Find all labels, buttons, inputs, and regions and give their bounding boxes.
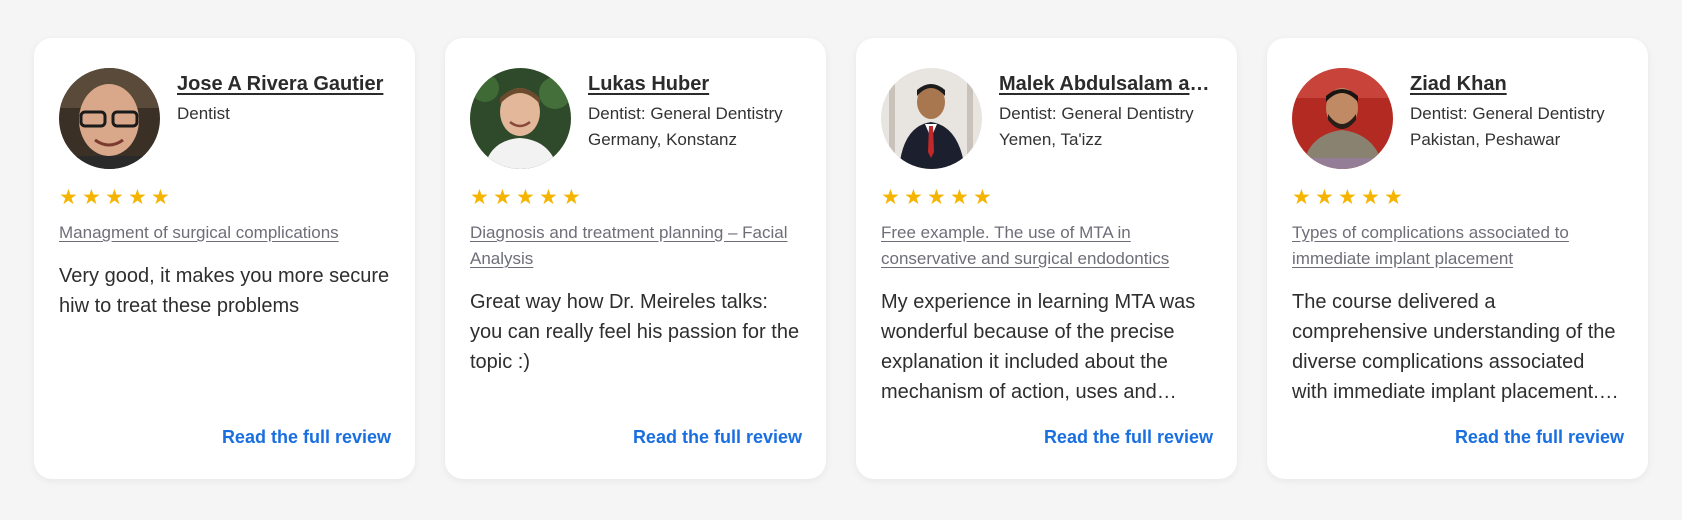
review-text: My experience in learning MTA was wonder… <box>881 291 1196 403</box>
star-icon: ★ <box>151 186 170 209</box>
reviews-row: Jose A Rivera Gautier Dentist ★ ★ ★ ★ ★ … <box>34 38 1648 479</box>
reviewer-name-link[interactable]: Malek Abdulsalam abdullah Almansoob <box>999 71 1213 97</box>
star-icon: ★ <box>950 186 969 209</box>
review-card: Ziad Khan Dentist: General Dentistry Pak… <box>1267 38 1648 479</box>
reviewer-profession: Dentist: General Dentistry <box>999 104 1194 123</box>
reviewer-info: Malek Abdulsalam abdullah Almansoob Dent… <box>999 71 1213 153</box>
star-icon: ★ <box>128 186 147 209</box>
star-icon: ★ <box>82 186 101 209</box>
reviewer-location: Pakistan, Peshawar <box>1410 130 1561 149</box>
avatar <box>470 68 571 169</box>
read-full-review-link[interactable]: Read the full review <box>222 425 391 449</box>
reviewer-info: Lukas Huber Dentist: General Dentistry G… <box>588 71 802 153</box>
star-icon: ★ <box>1384 186 1403 209</box>
star-icon: ★ <box>927 186 946 209</box>
read-full-review-link[interactable]: Read the full review <box>633 425 802 449</box>
star-icon: ★ <box>470 186 489 209</box>
avatar <box>1292 68 1393 169</box>
course-link[interactable]: Types of complications associated to imm… <box>1292 220 1624 272</box>
review-card: Lukas Huber Dentist: General Dentistry G… <box>445 38 826 479</box>
reviewer-name-link[interactable]: Lukas Huber <box>588 71 802 97</box>
reviewer-name-link[interactable]: Ziad Khan <box>1410 71 1624 97</box>
star-icon: ★ <box>1338 186 1357 209</box>
star-icon: ★ <box>105 186 124 209</box>
course-link[interactable]: Free example. The use of MTA in conserva… <box>881 220 1213 272</box>
reviewer-location: Germany, Konstanz <box>588 130 737 149</box>
star-rating: ★ ★ ★ ★ ★ <box>1292 186 1624 210</box>
star-rating: ★ ★ ★ ★ ★ <box>59 186 391 210</box>
course-link[interactable]: Diagnosis and treatment planning – Facia… <box>470 220 802 272</box>
star-icon: ★ <box>881 186 900 209</box>
reviewer-header: Jose A Rivera Gautier Dentist <box>59 68 391 169</box>
reviewer-location: Yemen, Ta'izz <box>999 130 1103 149</box>
course-link[interactable]: Managment of surgical complications <box>59 220 391 246</box>
reviewer-profession: Dentist <box>177 104 230 123</box>
review-card: Malek Abdulsalam abdullah Almansoob Dent… <box>856 38 1237 479</box>
star-icon: ★ <box>539 186 558 209</box>
star-rating: ★ ★ ★ ★ ★ <box>881 186 1213 210</box>
star-icon: ★ <box>1292 186 1311 209</box>
avatar <box>881 68 982 169</box>
star-icon: ★ <box>516 186 535 209</box>
star-rating: ★ ★ ★ ★ ★ <box>470 186 802 210</box>
star-icon: ★ <box>562 186 581 209</box>
reviewer-profession: Dentist: General Dentistry <box>588 104 783 123</box>
read-full-review-link[interactable]: Read the full review <box>1455 425 1624 449</box>
avatar <box>59 68 160 169</box>
star-icon: ★ <box>493 186 512 209</box>
star-icon: ★ <box>1315 186 1334 209</box>
reviewer-header: Ziad Khan Dentist: General Dentistry Pak… <box>1292 68 1624 169</box>
reviewer-name-link[interactable]: Jose A Rivera Gautier <box>177 71 391 97</box>
reviewer-profession: Dentist: General Dentistry <box>1410 104 1605 123</box>
star-icon: ★ <box>1361 186 1380 209</box>
star-icon: ★ <box>59 186 78 209</box>
review-text: Very good, it makes you more secure hiw … <box>59 265 390 317</box>
star-icon: ★ <box>973 186 992 209</box>
review-card: Jose A Rivera Gautier Dentist ★ ★ ★ ★ ★ … <box>34 38 415 479</box>
reviewer-info: Jose A Rivera Gautier Dentist <box>177 71 391 127</box>
star-icon: ★ <box>904 186 923 209</box>
review-text: The course delivered a comprehensive und… <box>1292 291 1616 403</box>
reviewer-header: Malek Abdulsalam abdullah Almansoob Dent… <box>881 68 1213 169</box>
read-full-review-link[interactable]: Read the full review <box>1044 425 1213 449</box>
reviewer-header: Lukas Huber Dentist: General Dentistry G… <box>470 68 802 169</box>
reviewer-info: Ziad Khan Dentist: General Dentistry Pak… <box>1410 71 1624 153</box>
review-text: Great way how Dr. Meireles talks: you ca… <box>470 291 800 373</box>
